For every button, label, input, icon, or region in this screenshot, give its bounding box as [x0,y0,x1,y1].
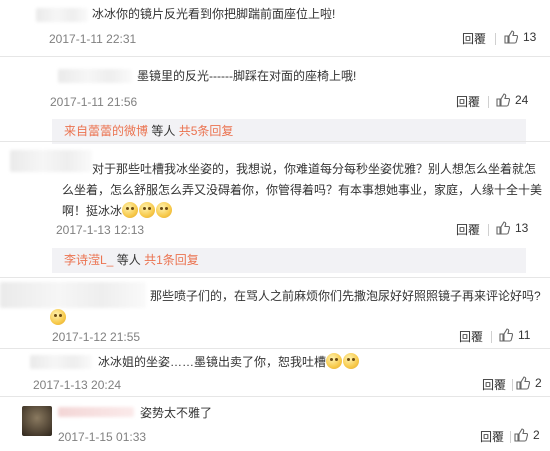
comment-body: 冰冰姐的坐姿……墨镜出卖了你，恕我吐槽 [98,355,327,369]
divider [488,96,489,108]
blurred-username [0,282,146,308]
smiley-emoji-icon [122,202,139,218]
comment-item: 墨镜里的反光------脚踩在对面的座椅上哦! 2017-1-11 21:56 … [0,57,550,144]
thumbs-up-icon [496,93,510,107]
like-count: 24 [515,93,529,107]
comment-text: 那些喷子们的，在骂人之前麻烦你们先撒泡尿好好照照镜子再来评论好吗? [150,289,541,303]
like-count: 2 [533,428,540,442]
divider [512,379,513,391]
reply-button[interactable]: 回覆 [456,222,480,238]
comment-text: 姿势太不雅了 [140,406,213,420]
blurred-username [58,407,134,417]
reply-button[interactable]: 回覆 [482,377,506,393]
comment-text: 对于那些吐槽我冰坐姿的，我想说，你难道每分每秒坐姿优雅？别人想怎么坐着就怎么坐着… [62,159,542,222]
comment-time: 2017-1-15 01:33 [58,430,147,444]
comment-text: 冰冰你的镜片反光看到你把脚踹前面座位上啦! [92,7,336,21]
blurred-username [58,69,132,83]
smiley-emoji-icon [156,202,173,218]
smiley-emoji-icon [326,353,343,369]
blurred-username [36,8,88,22]
sub-reply-author[interactable]: 李诗滢L_ [64,253,113,267]
like-count: 13 [515,221,529,235]
comment-item: 姿势太不雅了 2017-1-15 01:33 回覆 2 [0,397,550,451]
user-avatar[interactable] [22,406,52,436]
comment-text: 冰冰姐的坐姿……墨镜出卖了你，恕我吐槽 [98,352,360,372]
smiley-emoji-icon [50,309,66,325]
thumbs-up-icon [514,428,528,442]
like-button[interactable]: 11 [499,328,530,342]
comment-text: 墨镜里的反光------脚踩在对面的座椅上哦! [137,69,357,83]
divider [510,431,511,443]
comment-item: 冰冰姐的坐姿……墨镜出卖了你，恕我吐槽 2017-1-13 20:24 回覆 2 [0,349,550,396]
like-count: 2 [535,376,542,390]
comment-time: 2017-1-11 22:31 [49,32,137,46]
sub-reply-author[interactable]: 来自蕾蕾的微博 [64,124,148,138]
thumbs-up-icon [504,30,518,44]
comment-item: 冰冰你的镜片反光看到你把脚踹前面座位上啦! 2017-1-11 22:31 回覆… [0,0,550,56]
thumbs-up-icon [499,328,513,342]
thumbs-up-icon [516,376,530,390]
sub-reply-bar[interactable]: 李诗滢L_ 等人 共1条回复 [52,248,526,273]
thumbs-up-icon [496,221,510,235]
divider [495,33,496,45]
like-button[interactable]: 24 [496,93,528,107]
like-count: 13 [523,30,537,44]
reply-button[interactable]: 回覆 [462,31,486,47]
comment-time: 2017-1-11 21:56 [50,95,138,109]
comment-time: 2017-1-13 20:24 [33,378,122,392]
reply-button[interactable]: 回覆 [459,329,483,345]
reply-button[interactable]: 回覆 [480,429,504,445]
like-button[interactable]: 2 [514,428,540,442]
smiley-emoji-icon [139,202,156,218]
reply-button[interactable]: 回覆 [456,94,480,110]
like-button[interactable]: 13 [504,30,536,44]
divider [491,331,492,343]
divider [488,224,489,236]
sub-reply-count[interactable]: 共5条回复 [179,124,234,138]
comment-item: 那些喷子们的，在骂人之前麻烦你们先撒泡尿好好照照镜子再来评论好吗? 2017-1… [0,278,550,348]
comment-time: 2017-1-12 21:55 [52,330,141,344]
blurred-username [30,355,92,369]
like-count: 11 [518,328,531,342]
comment-time: 2017-1-13 12:13 [56,223,145,237]
comment-item: 对于那些吐槽我冰坐姿的，我想说，你难道每分每秒坐姿优雅？别人想怎么坐着就怎么坐着… [0,142,550,277]
like-button[interactable]: 2 [516,376,542,390]
like-button[interactable]: 13 [496,221,528,235]
smiley-emoji-icon [343,353,360,369]
sub-reply-mid: 等人 [116,253,141,267]
sub-reply-mid: 等人 [151,124,176,138]
sub-reply-count[interactable]: 共1条回复 [144,253,199,267]
